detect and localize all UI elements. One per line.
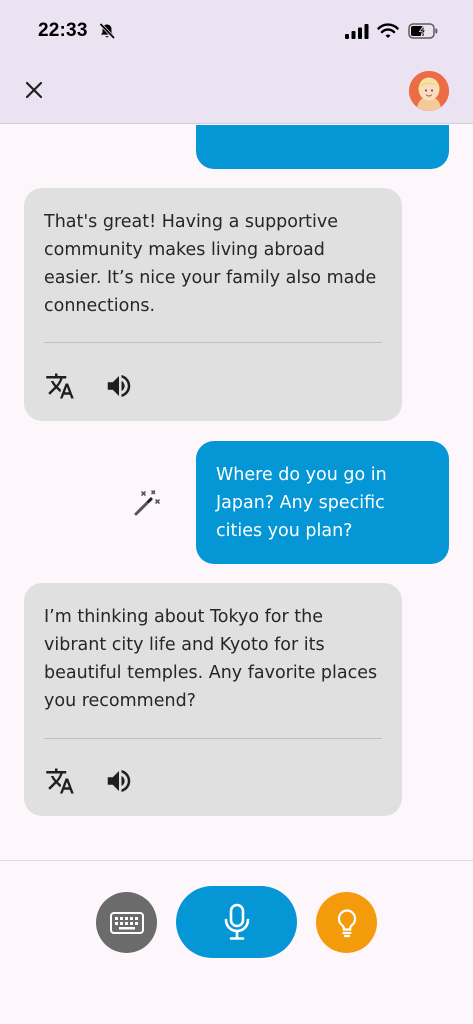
bot-message-text: That's great! Having a supportive commun… xyxy=(44,212,377,316)
translate-icon xyxy=(46,373,74,399)
hint-button[interactable] xyxy=(316,892,377,953)
magic-wand-icon xyxy=(134,490,160,516)
close-button[interactable] xyxy=(20,76,48,104)
bot-message-bubble: I’m thinking about Tokyo for the vibrant… xyxy=(24,583,402,816)
user-message-text: Where do you go in Japan? Any specific c… xyxy=(216,465,387,541)
speak-button[interactable] xyxy=(103,370,135,402)
close-icon xyxy=(25,81,43,99)
keyboard-icon xyxy=(109,911,144,934)
bot-message-text: I’m thinking about Tokyo for the vibrant… xyxy=(44,607,378,711)
avatar[interactable] xyxy=(409,71,449,111)
lightbulb-icon xyxy=(337,908,356,937)
cellular-signal-icon xyxy=(345,24,369,39)
speaker-icon xyxy=(107,770,131,792)
battery-charging-icon xyxy=(408,23,438,39)
status-time: 22:33 xyxy=(38,20,88,41)
improve-message-button[interactable] xyxy=(131,487,163,519)
bubble-divider xyxy=(44,738,382,739)
microphone-icon xyxy=(224,903,249,940)
user-message-bubble-previous xyxy=(196,125,449,169)
status-bar: 22:33 xyxy=(0,0,473,62)
translate-icon xyxy=(46,768,74,794)
keyboard-button[interactable] xyxy=(96,892,157,953)
chat-list[interactable]: That's great! Having a supportive commun… xyxy=(0,125,473,860)
bell-off-icon xyxy=(99,22,116,40)
avatar-icon xyxy=(409,71,449,111)
bot-message-bubble: That's great! Having a supportive commun… xyxy=(24,188,402,421)
bottom-bar xyxy=(0,860,473,1024)
translate-button[interactable] xyxy=(44,370,76,402)
translate-button[interactable] xyxy=(44,765,76,797)
microphone-button[interactable] xyxy=(176,886,297,958)
speaker-icon xyxy=(107,375,131,397)
wifi-icon xyxy=(377,23,399,38)
speak-button[interactable] xyxy=(103,765,135,797)
bubble-divider xyxy=(44,342,382,343)
app-bar xyxy=(0,62,473,124)
user-message-bubble: Where do you go in Japan? Any specific c… xyxy=(196,441,449,564)
